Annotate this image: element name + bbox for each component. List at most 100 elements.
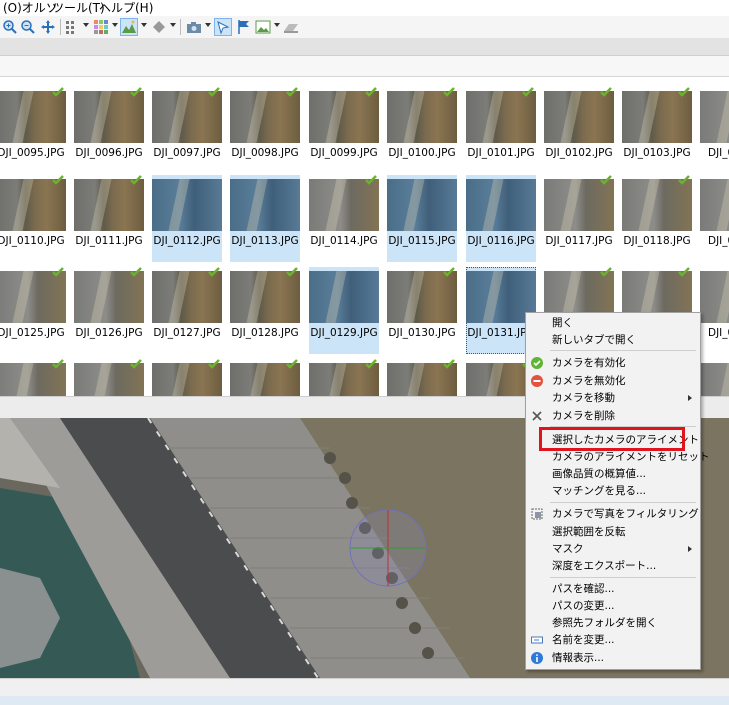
zoom-in-icon[interactable]	[2, 19, 18, 35]
thumb-cell[interactable]	[230, 359, 300, 396]
image-icon[interactable]	[255, 19, 271, 35]
menu-tools[interactable]: ツール(T)	[52, 1, 105, 15]
photo-thumbnail	[700, 179, 729, 231]
thumb-cell-selected[interactable]: DJI_0112.JPG	[152, 175, 222, 262]
thumb-label: DJI_0117.JPG	[545, 235, 613, 247]
thumb-cell[interactable]: DJI_0125.JPG	[0, 267, 66, 354]
thumb-cell[interactable]	[0, 359, 66, 396]
thumb-cell[interactable]: DJI_0095.JPG	[0, 87, 66, 174]
highlight-box	[539, 427, 685, 451]
thumb-cell[interactable]: DJI_0103.JPG	[622, 87, 692, 174]
check-icon	[130, 267, 142, 277]
thumb-cell[interactable]: DJI_0096.JPG	[74, 87, 144, 174]
grid-color-icon[interactable]	[93, 19, 109, 35]
camera-icon[interactable]	[186, 19, 202, 35]
thumb-label: DJI_0126.JPG	[75, 327, 143, 339]
thumb-cell[interactable]: DJI_0117.JPG	[544, 175, 614, 262]
thumb-cell-selected[interactable]: DJI_0113.JPG	[230, 175, 300, 262]
photo-thumbnail	[466, 179, 536, 231]
menu-open-folder[interactable]: 参照先フォルダを開く	[526, 615, 700, 631]
menu-reset-alignment[interactable]: カメラのアライメントをリセット	[526, 449, 710, 465]
thumb-cell[interactable]: DJI_0099.JPG	[309, 87, 379, 174]
thumb-label: DJI_0098.JPG	[231, 147, 299, 159]
thumb-cell[interactable]: DJI_0102.JPG	[544, 87, 614, 174]
menu-open-new-tab[interactable]: 新しいタブで開く	[526, 332, 700, 348]
menu-show-info[interactable]: 情報表示...	[526, 650, 700, 666]
terrain-icon[interactable]	[120, 18, 138, 36]
thumb-cell[interactable]: DJI_010	[700, 87, 729, 174]
thumb-cell-selected[interactable]: DJI_0115.JPG	[387, 175, 457, 262]
eraser-icon[interactable]	[283, 19, 299, 35]
thumb-cell[interactable]	[387, 359, 457, 396]
thumb-cell[interactable]: DJI_0127.JPG	[152, 267, 222, 354]
thumb-cell[interactable]	[309, 359, 379, 396]
pointer-icon[interactable]	[214, 18, 232, 36]
thumb-cell[interactable]: DJI_0097.JPG	[152, 87, 222, 174]
photo-thumbnail	[309, 179, 379, 231]
thumb-label: DJI_0097.JPG	[153, 147, 221, 159]
menu-estimate-quality[interactable]: 画像品質の概算値...	[526, 466, 700, 482]
status-bar	[0, 678, 729, 697]
menu-open[interactable]: 開く	[526, 315, 700, 331]
thumb-cell[interactable]: DJI_0128.JPG	[230, 267, 300, 354]
menu-rename[interactable]: 名前を変更...	[526, 632, 700, 648]
thumb-label: DJI_0125.JPG	[0, 327, 65, 339]
thumb-label: DJI_01	[708, 235, 729, 247]
check-icon	[130, 175, 142, 185]
delete-x-icon	[532, 411, 542, 421]
taskbar-strip	[0, 696, 729, 705]
menu-view-matches[interactable]: マッチングを見る...	[526, 483, 700, 499]
thumb-cell[interactable]	[152, 359, 222, 396]
enable-check-icon	[531, 357, 543, 369]
menu-disable-camera[interactable]: カメラを無効化	[526, 373, 700, 389]
menu-export-depth[interactable]: 深度をエクスポート...	[526, 558, 700, 574]
menu-enable-camera[interactable]: カメラを有効化	[526, 355, 700, 371]
thumb-cell[interactable]: DJI_0130.JPG	[387, 267, 457, 354]
thumb-cell[interactable]	[700, 359, 729, 396]
zoom-out-icon[interactable]	[20, 19, 36, 35]
check-icon	[678, 267, 690, 277]
menu-check-path[interactable]: パスを確認...	[526, 581, 700, 597]
photo-thumbnail	[152, 271, 222, 323]
thumb-label: DJI_0128.JPG	[231, 327, 299, 339]
pan-icon[interactable]	[40, 19, 56, 35]
thumb-cell[interactable]: DJI_0114.JPG	[309, 175, 379, 262]
menu-filter-photos-by-camera[interactable]: カメラで写真をフィルタリング	[526, 506, 700, 522]
menu-help[interactable]: ヘルプ(H)	[99, 1, 153, 15]
thumb-cell[interactable]: DJI_0100.JPG	[387, 87, 457, 174]
thumb-label: DJI_0100.JPG	[388, 147, 456, 159]
menu-move-camera[interactable]: カメラを移動	[526, 390, 700, 406]
thumb-cell[interactable]: DJI_0111.JPG	[74, 175, 144, 262]
thumb-cell[interactable]: DJI_01	[700, 175, 729, 262]
check-icon	[208, 267, 220, 277]
thumb-cell[interactable]	[74, 359, 144, 396]
thumb-cell[interactable]: DJI_01	[700, 267, 729, 354]
thumb-cell-selected[interactable]: DJI_0129.JPG	[309, 267, 379, 354]
menu-mask[interactable]: マスク	[526, 541, 700, 557]
menu-delete-camera[interactable]: カメラを削除	[526, 408, 700, 424]
thumb-cell[interactable]: DJI_0118.JPG	[622, 175, 692, 262]
check-icon	[443, 359, 455, 369]
photo-thumbnail	[0, 91, 66, 143]
shape-icon[interactable]	[151, 19, 167, 35]
menu-invert-selection[interactable]: 選択範囲を反転	[526, 524, 700, 540]
menu-change-path[interactable]: パスの変更...	[526, 598, 700, 614]
check-icon	[286, 87, 298, 97]
thumb-cell[interactable]: DJI_0098.JPG	[230, 87, 300, 174]
photo-thumbnail	[700, 91, 729, 143]
check-icon	[208, 359, 220, 369]
flag-icon[interactable]	[236, 19, 252, 35]
tab-strip	[0, 38, 729, 56]
thumb-cell[interactable]: DJI_0110.JPG	[0, 175, 66, 262]
photo-thumbnail	[700, 363, 729, 396]
check-icon	[522, 87, 534, 97]
grid-small-icon[interactable]	[64, 19, 80, 35]
thumb-cell[interactable]: DJI_0126.JPG	[74, 267, 144, 354]
check-icon	[52, 359, 64, 369]
menu-ortho[interactable]: (O)オルソ	[3, 1, 58, 15]
photo-thumbnail	[0, 179, 66, 231]
thumb-cell[interactable]: DJI_0101.JPG	[466, 87, 536, 174]
thumb-cell-selected[interactable]: DJI_0116.JPG	[466, 175, 536, 262]
disable-minus-icon	[531, 375, 543, 387]
check-icon	[52, 87, 64, 97]
